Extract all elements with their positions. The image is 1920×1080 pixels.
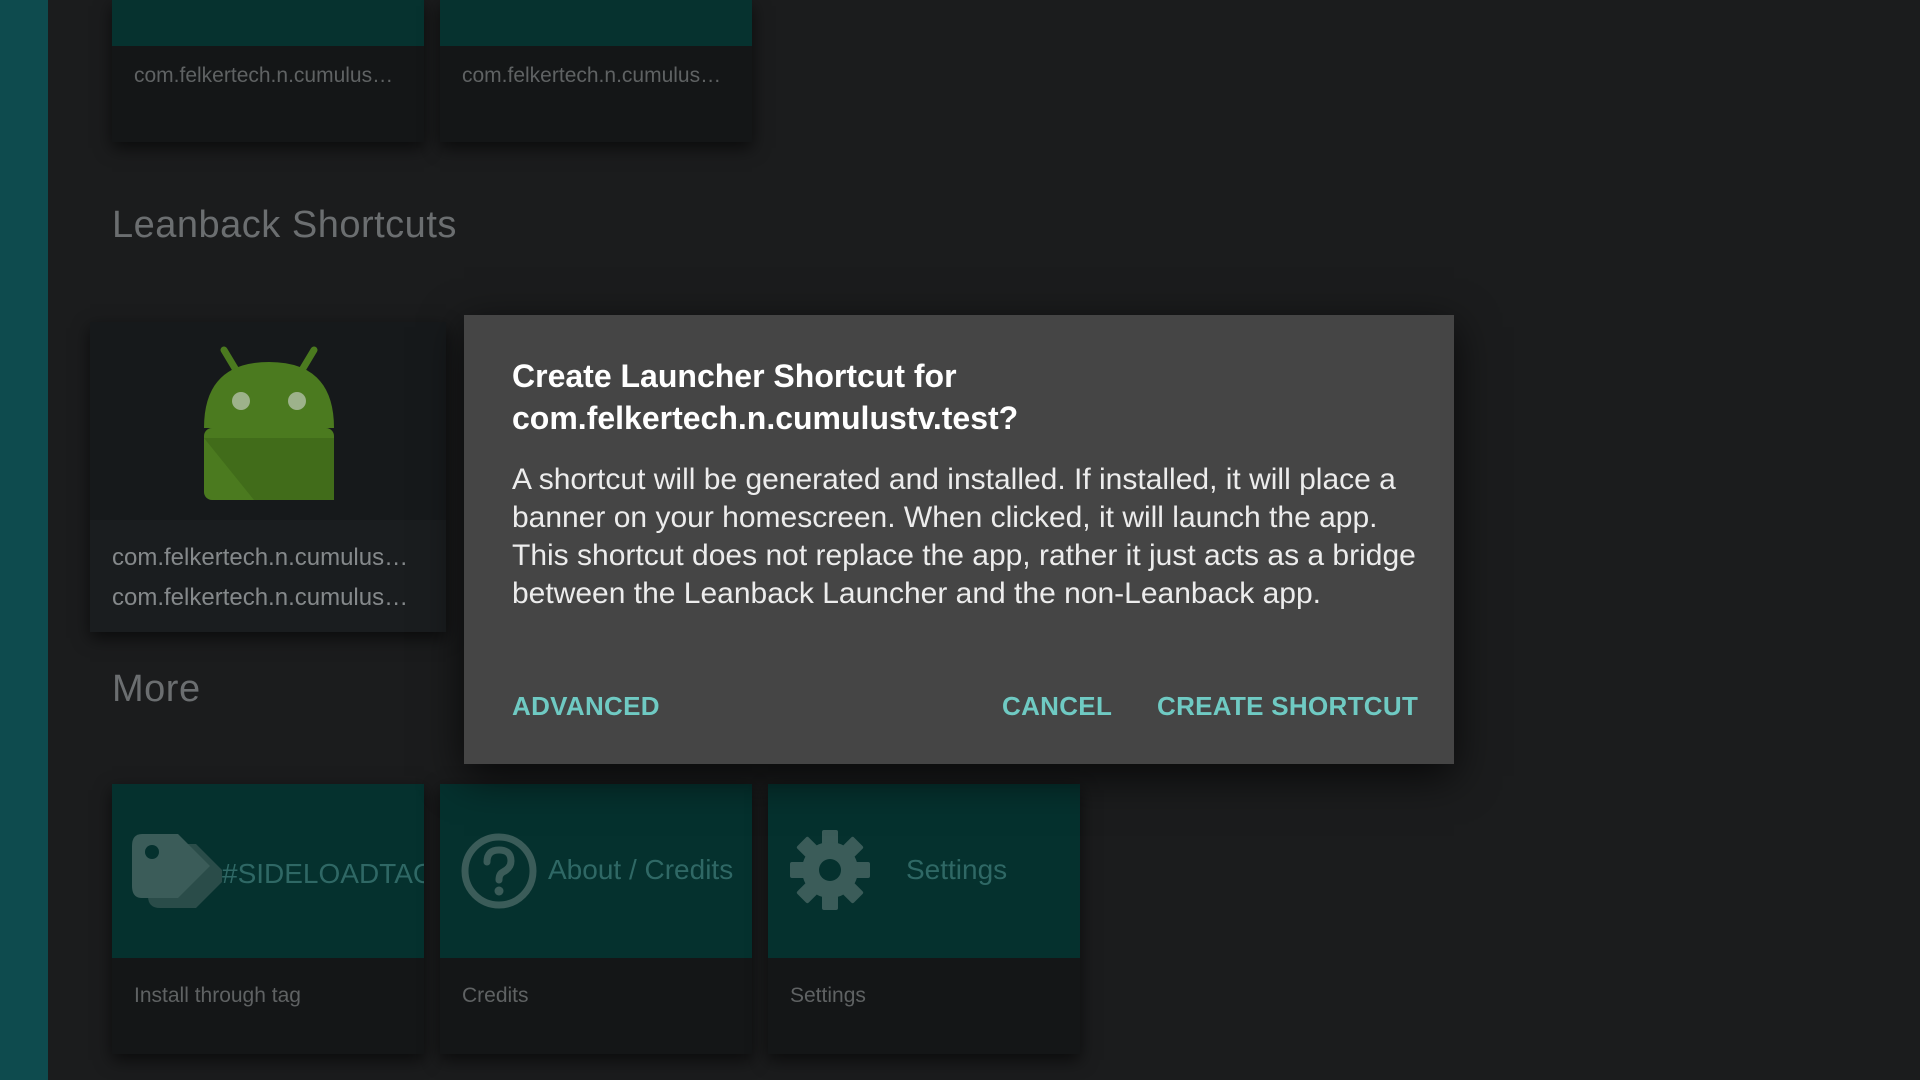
dialog-title-line-2: com.felkertech.n.cumulustv.test? [512,400,1019,436]
help-circle-icon [461,833,537,909]
tag-icon [132,834,222,908]
settings-card[interactable]: Settings Settings [768,784,1080,1054]
sideload-tags-card[interactable]: #SIDELOADTAGS Install through tag [112,784,424,1054]
cancel-button[interactable]: CANCEL [1002,691,1112,722]
side-navigation-rail[interactable] [0,0,48,1080]
sideload-tags-label: #SIDELOADTAGS [222,858,424,889]
create-shortcut-dialog: Create Launcher Shortcut for com.felkert… [464,315,1454,764]
leanback-shortcuts-heading: Leanback Shortcuts [112,204,457,246]
shortcut-subtitle: com.felkertech.n.cumulus… [112,584,409,611]
dialog-message: A shortcut will be generated and install… [512,463,1416,610]
top-row-card-2[interactable]: com.felkertech.n.cumulus… [440,0,752,142]
create-shortcut-button[interactable]: CREATE SHORTCUT [1157,691,1418,722]
gear-icon [790,830,870,910]
settings-label: Settings [906,854,1008,885]
card-subtitle: com.felkertech.n.cumulus… [134,64,394,87]
advanced-button[interactable]: ADVANCED [512,691,660,722]
leanback-shortcut-card[interactable]: com.felkertech.n.cumulus… com.felkertech… [90,322,446,632]
about-credits-label: About / Credits [548,854,734,885]
about-credits-card[interactable]: About / Credits Credits [440,784,752,1054]
top-row-card-1[interactable]: com.felkertech.n.cumulus… [112,0,424,142]
app-screen: com.felkertech.n.cumulus… com.felkertech… [0,0,1920,1080]
dialog-title-line-1: Create Launcher Shortcut for [512,358,957,394]
card-subtitle: Install through tag [134,984,301,1007]
android-icon [204,346,334,500]
dialog-title: Create Launcher Shortcut for com.felkert… [512,355,1412,439]
shortcut-title: com.felkertech.n.cumulus… [112,544,409,571]
card-subtitle: Credits [462,984,529,1007]
card-subtitle: Settings [790,984,866,1007]
more-heading: More [112,668,201,710]
card-subtitle: com.felkertech.n.cumulus… [462,64,722,87]
